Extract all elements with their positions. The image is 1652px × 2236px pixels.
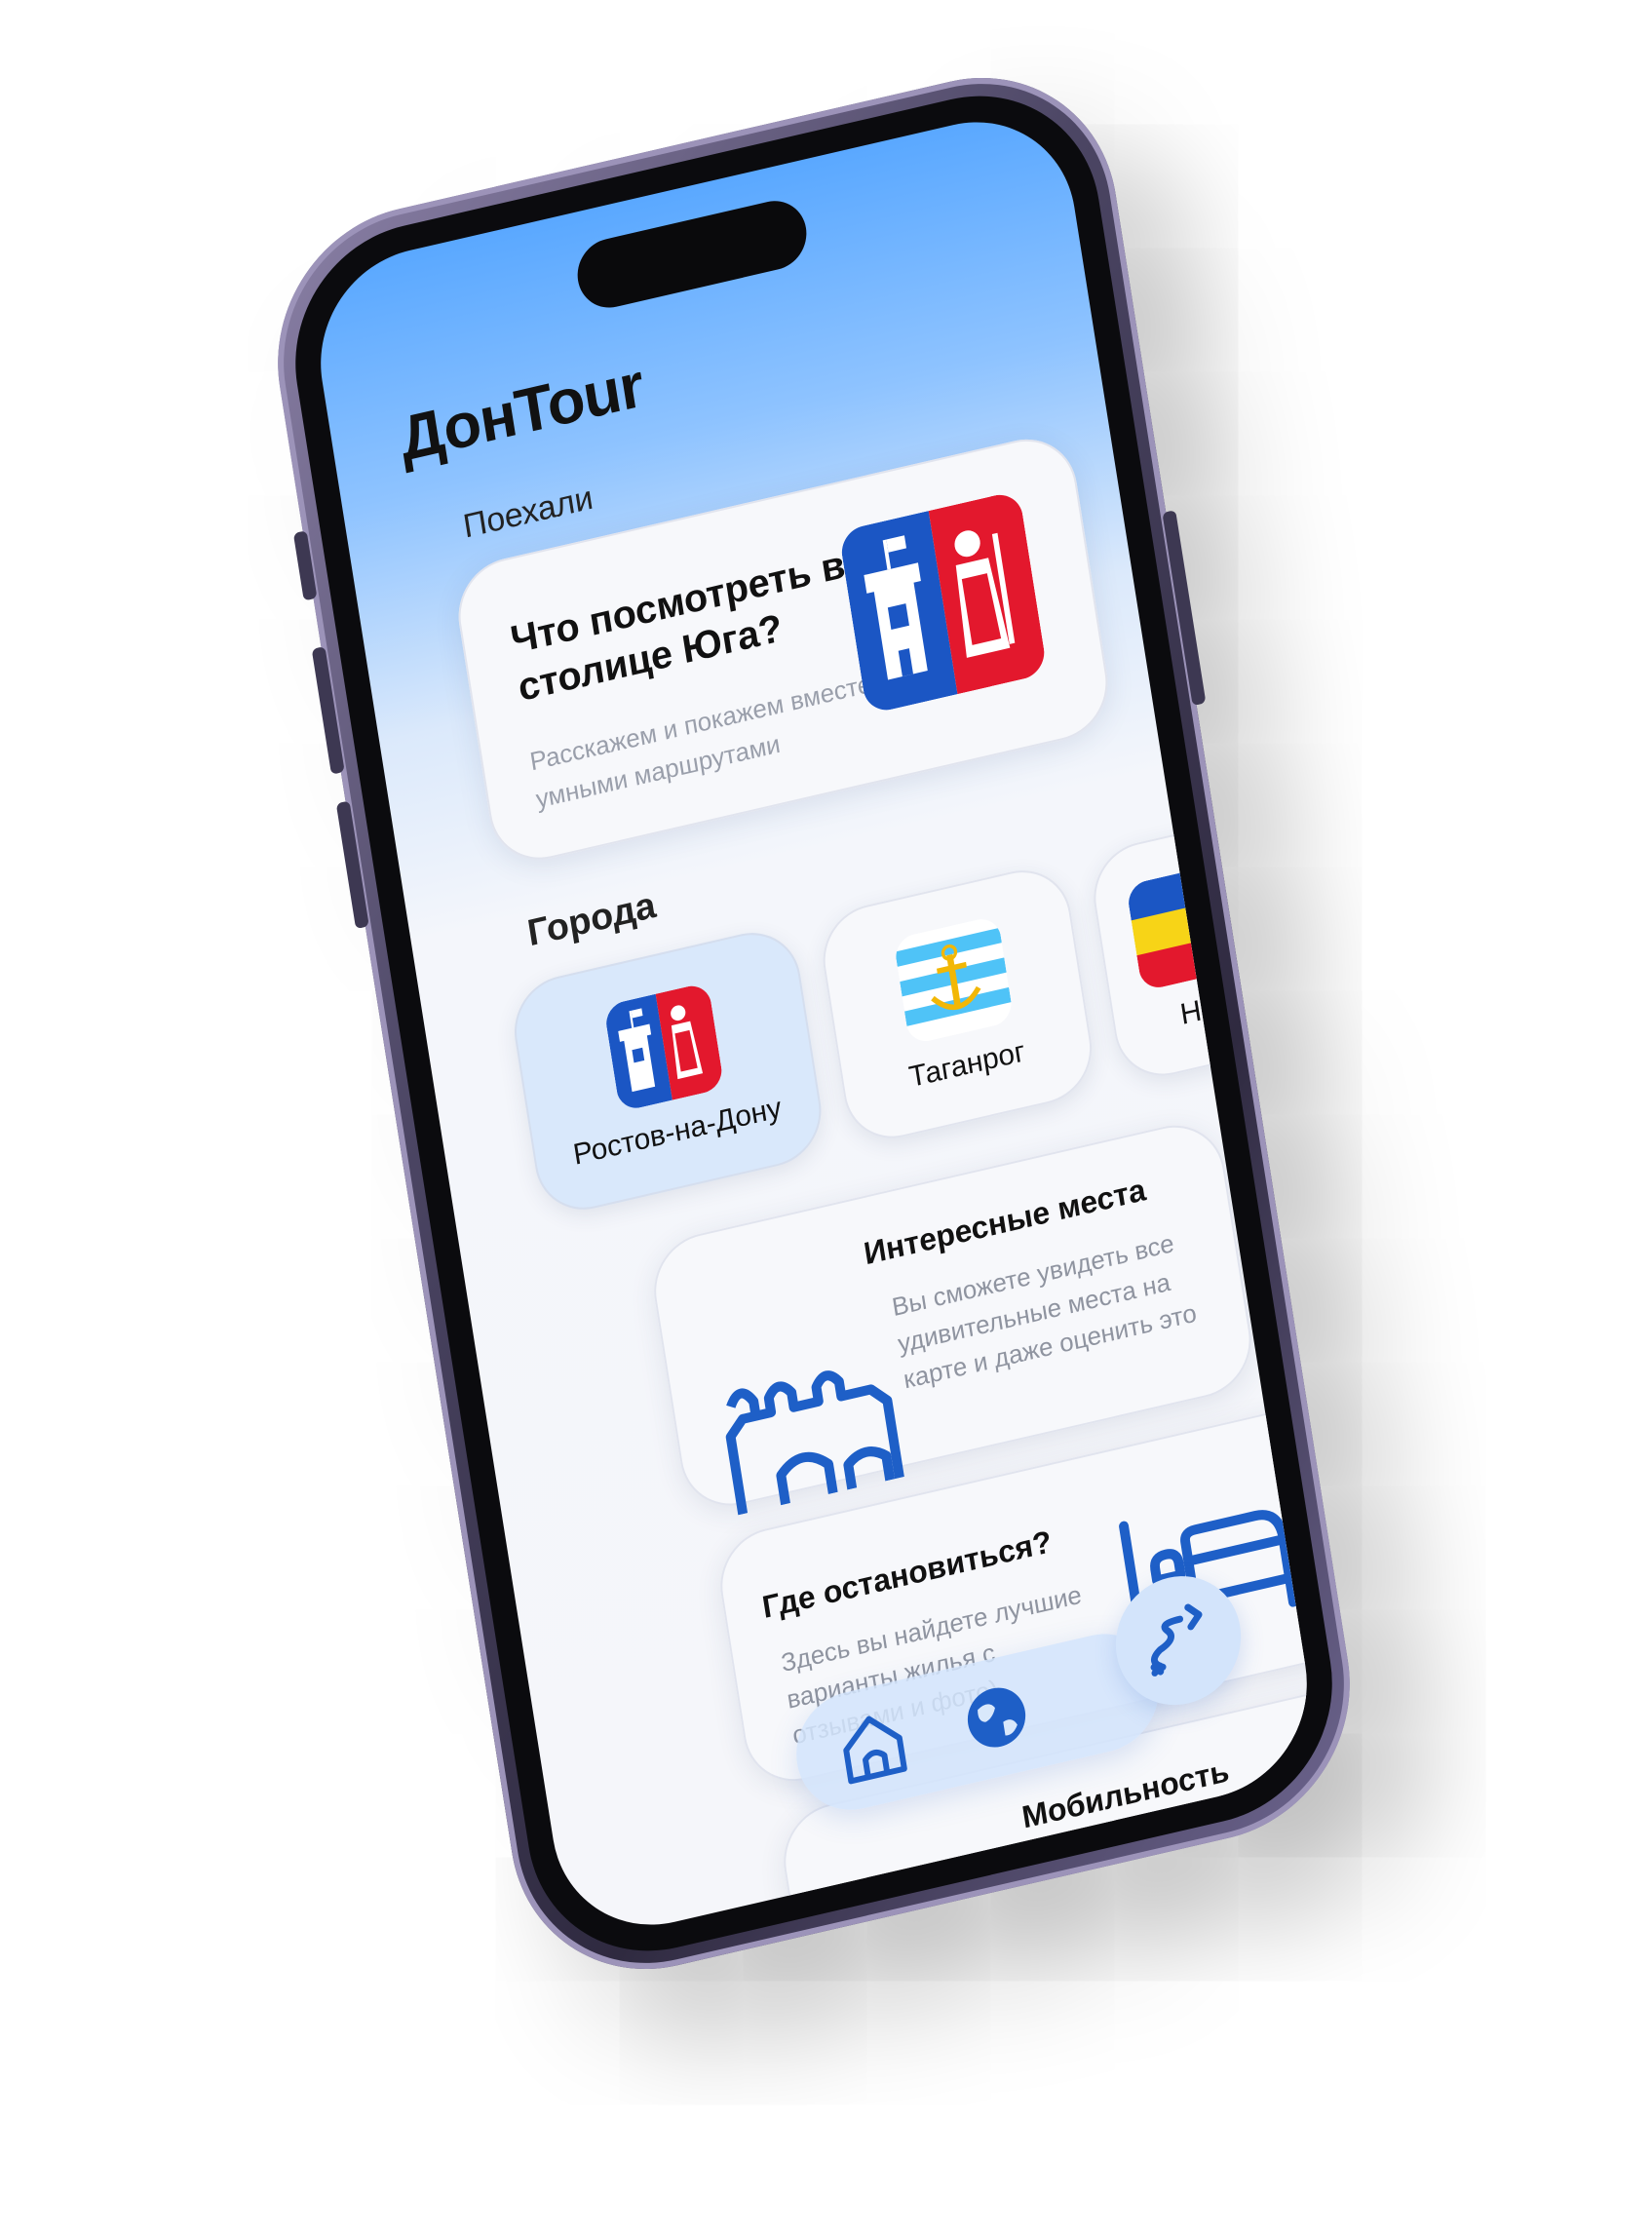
globe-icon	[967, 1687, 1026, 1748]
city-card-novocherkassk[interactable]: Нов	[1086, 801, 1323, 1087]
action-button	[292, 530, 318, 601]
cities-heading: Города	[524, 884, 659, 955]
phone-screen: ДонTour Поехали Что посмотреть в столице…	[305, 100, 1323, 1947]
rostov-crest-icon	[603, 982, 725, 1113]
volume-up-button	[311, 645, 345, 775]
app-subtitle: Поехали	[460, 479, 595, 546]
novocherkassk-flag-icon	[1125, 861, 1248, 992]
city-card-rostov[interactable]: Ростов-на-Дону	[507, 922, 829, 1220]
feature-title: Мобильность	[1019, 1753, 1232, 1835]
dynamic-island	[572, 194, 812, 315]
rostov-crest-icon	[838, 489, 1049, 715]
landmark-icon	[706, 1330, 909, 1522]
city-name: Таганрог	[906, 1035, 1027, 1095]
nav-globe-button[interactable]	[952, 1670, 1040, 1764]
transport-icon	[889, 1945, 1016, 1947]
route-icon	[1150, 1603, 1203, 1677]
stage: ДонTour Поехали Что посмотреть в столице…	[0, 0, 1652, 2236]
nav-home-button[interactable]	[829, 1699, 917, 1793]
volume-down-button	[335, 800, 369, 930]
app-title: ДонTour	[395, 349, 648, 475]
route-fab-button[interactable]	[1106, 1563, 1250, 1718]
city-name: Нов	[1177, 987, 1235, 1031]
home-icon	[843, 1716, 907, 1785]
taganrog-flag-icon	[893, 914, 1015, 1046]
city-card-taganrog[interactable]: Таганрог	[815, 860, 1099, 1149]
phone-device: ДонTour Поехали Что посмотреть в столице…	[256, 49, 1371, 1998]
phone-bezel: ДонTour Поехали Что посмотреть в столице…	[276, 69, 1352, 1978]
